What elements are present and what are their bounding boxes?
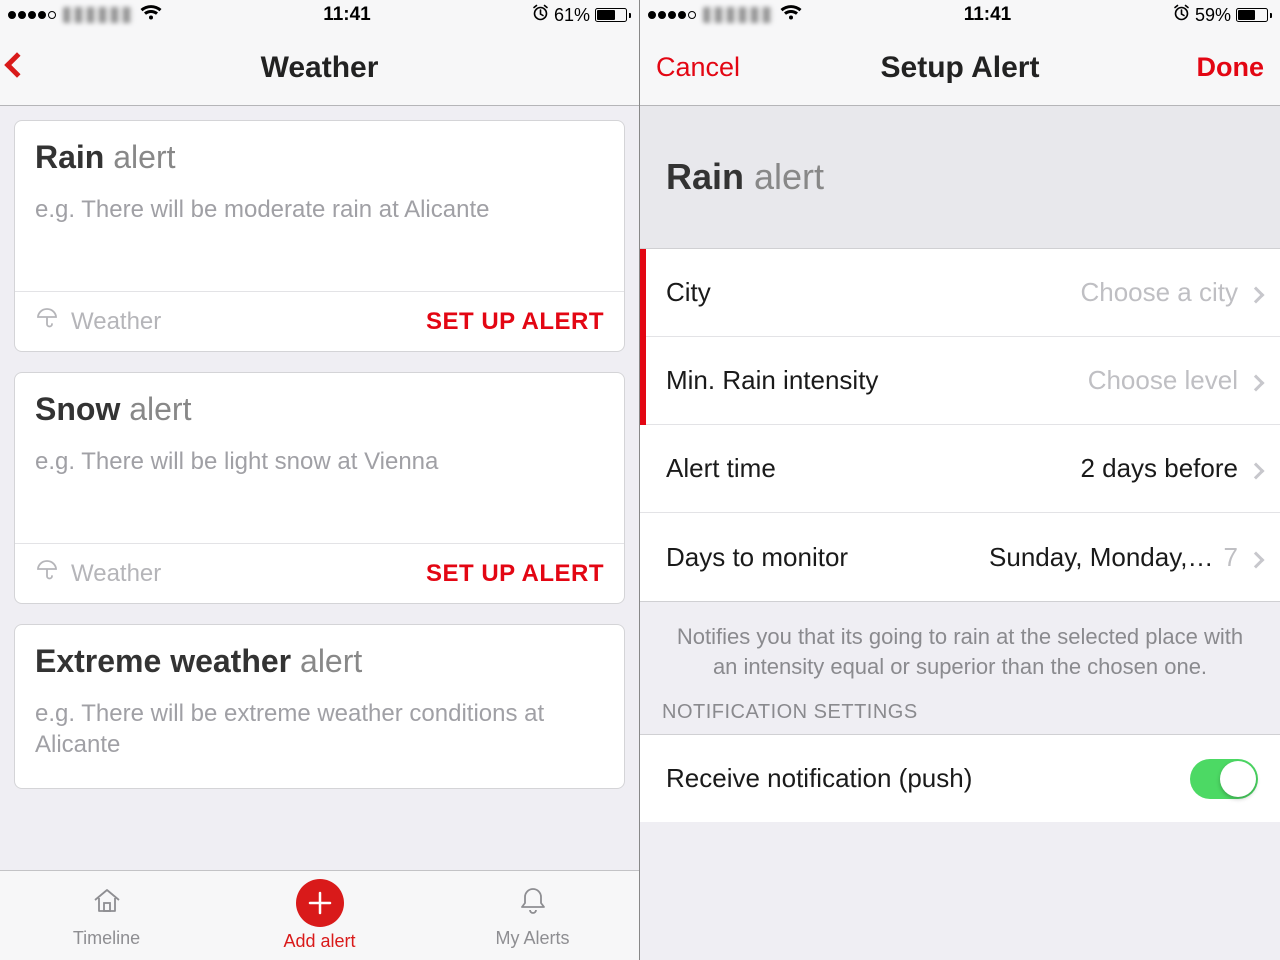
card-example: e.g. There will be extreme weather condi… xyxy=(35,698,604,760)
carrier-label xyxy=(63,7,133,23)
umbrella-icon xyxy=(35,306,59,337)
card-example: e.g. There will be light snow at Vienna xyxy=(35,446,604,477)
tab-label: My Alerts xyxy=(495,928,569,949)
carrier-label xyxy=(703,7,773,23)
config-rows: City Choose a city Min. Rain intensity C… xyxy=(640,248,1280,602)
chevron-right-icon xyxy=(1250,277,1262,308)
required-indicator xyxy=(640,249,646,425)
row-city[interactable]: City Choose a city xyxy=(640,249,1280,337)
push-toggle[interactable] xyxy=(1190,759,1258,799)
weather-alerts-screen: 11:41 61% Weather Rain alert e.g. There … xyxy=(0,0,640,960)
tab-bar: Timeline Add alert My Alerts xyxy=(0,870,639,960)
bell-icon xyxy=(515,883,551,924)
alert-card-rain[interactable]: Rain alert e.g. There will be moderate r… xyxy=(14,120,625,352)
nav-bar: Weather xyxy=(0,30,639,106)
chevron-right-icon xyxy=(1250,365,1262,396)
nav-bar: Cancel Setup Alert Done xyxy=(640,30,1280,106)
alert-description: Notifies you that its going to rain at t… xyxy=(640,602,1280,701)
status-bar: 11:41 61% xyxy=(0,0,639,30)
alarm-icon xyxy=(1173,4,1190,26)
tab-timeline[interactable]: Timeline xyxy=(0,871,213,960)
alarm-icon xyxy=(532,4,549,26)
home-icon xyxy=(89,883,125,924)
battery-pct: 59% xyxy=(1195,5,1231,26)
section-header: NOTIFICATION SETTINGS xyxy=(640,701,1280,734)
tab-my-alerts[interactable]: My Alerts xyxy=(426,871,639,960)
chevron-right-icon xyxy=(1250,542,1262,573)
umbrella-icon xyxy=(35,558,59,589)
card-example: e.g. There will be moderate rain at Alic… xyxy=(35,194,604,225)
card-category: Weather xyxy=(35,306,161,337)
done-button[interactable]: Done xyxy=(1197,52,1265,83)
page-title: Setup Alert xyxy=(881,51,1040,85)
battery-pct: 61% xyxy=(554,5,590,26)
battery-icon xyxy=(595,8,631,22)
setup-alert-button[interactable]: SET UP ALERT xyxy=(426,560,604,588)
tab-label: Add alert xyxy=(283,931,355,952)
card-title: Rain alert xyxy=(35,139,604,176)
setup-alert-screen: 11:41 59% Cancel Setup Alert Done Rain a… xyxy=(640,0,1280,960)
signal-dots-icon xyxy=(8,11,56,19)
back-button[interactable] xyxy=(8,56,26,79)
alert-header: Rain alert xyxy=(640,106,1280,248)
card-category: Weather xyxy=(35,558,161,589)
row-push-notification: Receive notification (push) xyxy=(640,734,1280,822)
status-bar: 11:41 59% xyxy=(640,0,1280,30)
alert-card-extreme[interactable]: Extreme weather alert e.g. There will be… xyxy=(14,624,625,789)
chevron-right-icon xyxy=(1250,453,1262,484)
row-intensity[interactable]: Min. Rain intensity Choose level xyxy=(640,337,1280,425)
status-time: 11:41 xyxy=(162,4,532,26)
setup-alert-button[interactable]: SET UP ALERT xyxy=(426,308,604,336)
chevron-left-icon xyxy=(4,52,29,77)
card-title: Snow alert xyxy=(35,391,604,428)
plus-circle-icon xyxy=(296,879,344,927)
wifi-icon xyxy=(140,5,162,26)
alert-card-list[interactable]: Rain alert e.g. There will be moderate r… xyxy=(0,106,639,870)
wifi-icon xyxy=(780,5,802,26)
row-alert-time[interactable]: Alert time 2 days before xyxy=(640,425,1280,513)
tab-add-alert[interactable]: Add alert xyxy=(213,871,426,960)
row-days[interactable]: Days to monitor Sunday, Monday,… 7 xyxy=(640,513,1280,601)
status-time: 11:41 xyxy=(802,4,1173,26)
page-title: Weather xyxy=(261,51,379,85)
card-title: Extreme weather alert xyxy=(35,643,604,680)
alert-card-snow[interactable]: Snow alert e.g. There will be light snow… xyxy=(14,372,625,604)
battery-icon xyxy=(1236,8,1272,22)
tab-label: Timeline xyxy=(73,928,140,949)
push-label: Receive notification (push) xyxy=(666,763,972,794)
signal-dots-icon xyxy=(648,11,696,19)
cancel-button[interactable]: Cancel xyxy=(656,52,740,83)
